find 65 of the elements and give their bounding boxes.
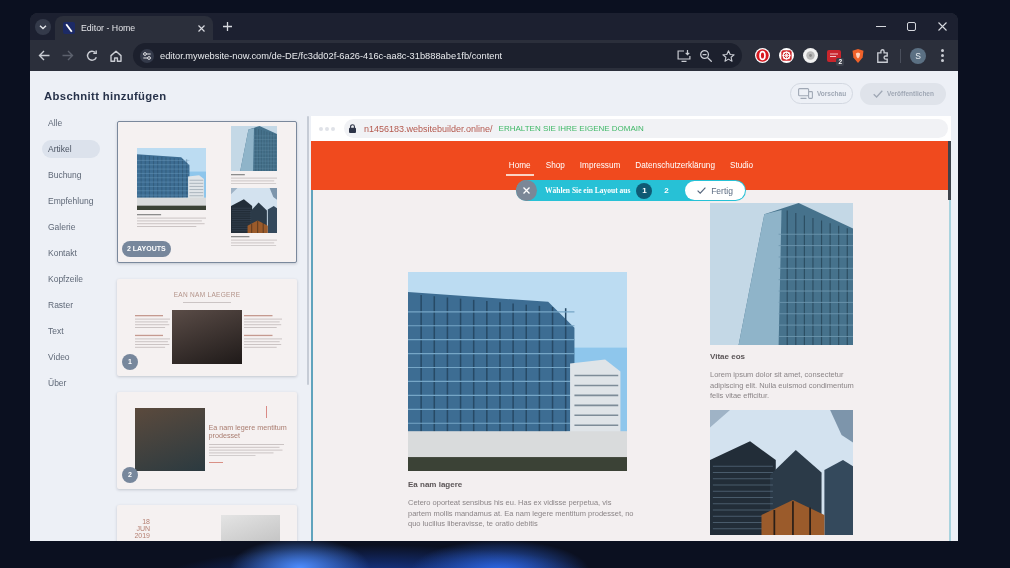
close-icon[interactable] (198, 24, 205, 32)
placeholder-link-drawing (208, 461, 223, 463)
address-bar[interactable]: editor.mywebsite-now.com/de-DE/fc3dd02f-6a26-416c-aa8c-31b888abe1fb/content (133, 43, 742, 68)
photo-placeholder (134, 407, 205, 471)
nav-link[interactable]: Datenschutzerklärung (632, 160, 718, 176)
reload-icon[interactable] (86, 49, 98, 62)
back-icon[interactable] (38, 50, 50, 61)
placeholder-text-drawing (230, 235, 277, 246)
close-icon[interactable] (938, 22, 947, 31)
dots-icon (319, 126, 335, 131)
category-item[interactable]: Empfehlung (42, 192, 100, 210)
done-button[interactable]: Fertig (685, 181, 745, 200)
layout-option[interactable]: 1 (636, 182, 653, 199)
home-icon[interactable] (110, 49, 122, 62)
glass-tower-drawing (230, 125, 277, 171)
check-icon (873, 89, 883, 98)
article-heading: Ea nam lagere (408, 480, 463, 490)
menu-icon[interactable] (940, 49, 944, 62)
install-icon[interactable] (677, 49, 691, 62)
nav-link[interactable]: Studio (726, 160, 757, 176)
category-item[interactable]: Alle (42, 114, 100, 132)
category-item[interactable]: Kontakt (42, 244, 100, 262)
skyscrapers-drawing (230, 187, 277, 233)
category-item[interactable]: Artikel (42, 140, 100, 158)
chevron-down-icon[interactable] (35, 18, 51, 35)
category-item[interactable]: Video (42, 348, 100, 366)
placeholder-text-drawing (136, 213, 206, 227)
browser-tab[interactable]: Editor - Home (55, 16, 213, 40)
lock-icon (349, 124, 356, 133)
site-url: n1456183.websitebuilder.online/ (364, 123, 493, 134)
placeholder-text-drawing (230, 173, 277, 184)
zoom-out-icon[interactable] (700, 49, 712, 62)
scrollbar-thumb[interactable] (307, 116, 309, 385)
star-icon[interactable] (721, 49, 735, 62)
nav-link[interactable]: Home (505, 160, 534, 176)
maximize-icon[interactable] (907, 22, 916, 31)
category-item[interactable]: Kopfzeile (42, 270, 100, 288)
placeholder-text-drawing (134, 315, 170, 348)
profile-avatar[interactable]: S (910, 47, 926, 64)
category-item[interactable]: Text (42, 322, 100, 340)
article-heading: Vitae eos (710, 352, 745, 362)
nav-link[interactable]: Impressum (576, 160, 624, 176)
logo-icon (63, 22, 75, 34)
category-item[interactable]: Galerie (42, 218, 100, 236)
tune-icon[interactable] (140, 48, 154, 63)
category-item[interactable]: Raster (42, 296, 100, 314)
scrollbar-thumb[interactable] (948, 141, 951, 200)
category-item[interactable]: Über (42, 374, 100, 392)
devices-icon (798, 88, 813, 99)
wheel-icon[interactable] (778, 48, 794, 63)
puzzle-icon[interactable] (876, 48, 888, 63)
building-drawing (136, 147, 206, 210)
category-item[interactable]: Buchung (42, 166, 100, 184)
shield-icon[interactable] (852, 48, 864, 63)
plus-icon[interactable] (223, 22, 232, 31)
close-icon (523, 187, 530, 194)
panel-title: Abschnitt hinzufügen (44, 90, 167, 102)
ring-icon[interactable] (754, 48, 770, 63)
check-icon (697, 187, 707, 194)
photo-placeholder (171, 310, 242, 364)
disc-icon[interactable] (802, 48, 818, 63)
nav-link[interactable]: Shop (542, 160, 568, 176)
minimize-icon[interactable] (875, 26, 886, 27)
tile-icon[interactable] (827, 49, 841, 62)
placeholder-text-drawing (243, 315, 282, 348)
